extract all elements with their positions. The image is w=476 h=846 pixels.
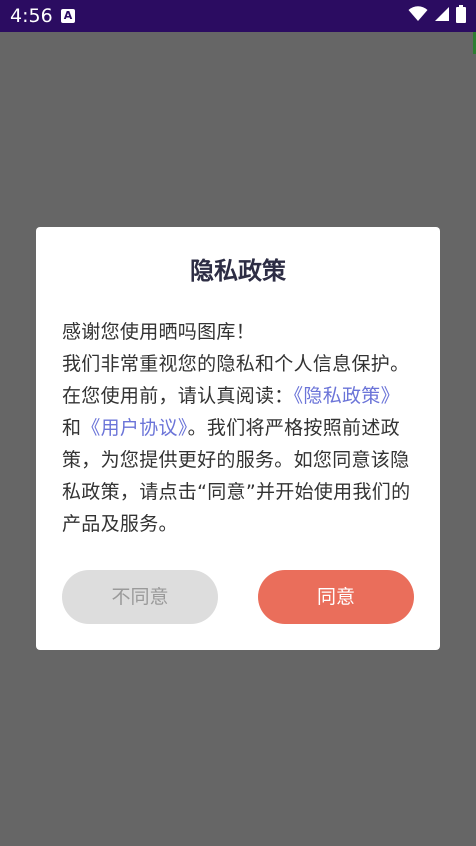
user-agreement-link[interactable]: 《用户协议》 [81, 417, 187, 439]
decline-button[interactable]: 不同意 [62, 570, 218, 624]
status-bar: 4:56 A [0, 0, 476, 32]
status-time: 4:56 [10, 5, 53, 27]
dialog-message: 感谢您使用晒吗图库！ 我们非常重视您的隐私和个人信息保护。在您使用前，请认真阅读… [62, 316, 414, 540]
accessibility-notification-icon: A [61, 9, 75, 23]
wifi-icon [408, 6, 428, 26]
dialog-title: 隐私政策 [190, 257, 286, 285]
cell-signal-icon [434, 6, 450, 26]
connector-text: 和 [62, 417, 82, 439]
agree-button[interactable]: 同意 [258, 570, 414, 624]
privacy-dialog: 隐私政策 感谢您使用晒吗图库！ 我们非常重视您的隐私和个人信息保护。在您使用前，… [36, 227, 440, 650]
greeting-text: 感谢您使用晒吗图库！ [62, 321, 256, 343]
status-icons [408, 5, 466, 27]
privacy-policy-link[interactable]: 《隐私政策》 [294, 385, 400, 407]
battery-icon [456, 5, 466, 27]
